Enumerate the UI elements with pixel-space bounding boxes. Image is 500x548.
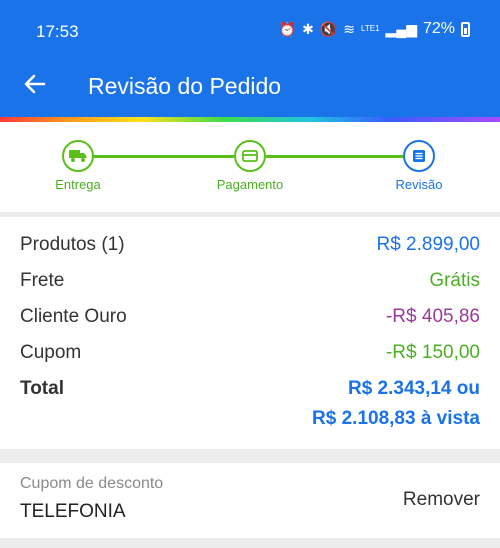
battery-icon — [461, 21, 470, 37]
alarm-icon: ⏰ — [278, 20, 297, 37]
summary-label: Cliente Ouro — [20, 306, 127, 327]
arrow-left-icon — [24, 74, 46, 94]
status-icons: ⏰ ✱ 🔇 ≋ LTE1 ▂▄▆ 72% — [279, 20, 470, 38]
step-label-pagamento: Pagamento — [216, 177, 284, 192]
summary-row-total: Total R$ 2.343,14 ou R$ 2.108,83 à vista — [20, 378, 480, 438]
total-value-installments: R$ 2.343,14 ou — [347, 378, 480, 399]
wifi-icon: ≋ — [343, 20, 355, 37]
card-icon — [242, 150, 258, 162]
network-type: LTE1 — [360, 24, 380, 33]
summary-value: -R$ 405,86 — [385, 306, 480, 327]
list-icon — [413, 150, 425, 162]
step-pagamento[interactable] — [234, 140, 266, 172]
coupon-caption: Cupom de desconto — [20, 475, 164, 492]
step-label-revisao: Revisão — [395, 177, 443, 192]
checkout-stepper: Entrega Pagamento Revisão — [0, 122, 500, 212]
summary-value: R$ 2.899,00 — [376, 234, 480, 255]
stepper-connector — [266, 155, 403, 158]
bluetooth-icon: ✱ — [302, 20, 314, 37]
status-bar: 17:53 ⏰ ✱ 🔇 ≋ LTE1 ▂▄▆ 72% — [0, 20, 500, 44]
section-divider — [0, 449, 500, 463]
summary-value: Grátis — [429, 270, 480, 291]
truck-icon — [69, 150, 87, 162]
step-label-entrega: Entrega — [55, 177, 101, 192]
summary-row-cupom: Cupom -R$ 150,00 — [20, 342, 480, 370]
signal-icon: ▂▄▆ — [385, 20, 417, 37]
summary-label: Frete — [20, 270, 65, 291]
step-entrega[interactable] — [62, 140, 94, 172]
status-time: 17:53 — [36, 22, 79, 41]
page-title: Revisão do Pedido — [88, 73, 282, 99]
step-revisao[interactable] — [403, 140, 435, 172]
mute-icon: 🔇 — [319, 20, 338, 37]
remove-coupon-button[interactable]: Remover — [403, 489, 480, 511]
app-bar: 17:53 ⏰ ✱ 🔇 ≋ LTE1 ▂▄▆ 72% Revisão do Pe… — [0, 0, 500, 117]
summary-row-cliente-ouro: Cliente Ouro -R$ 405,86 — [20, 306, 480, 334]
summary-label: Cupom — [20, 342, 82, 363]
stepper-connector — [93, 155, 234, 158]
total-value-cash: R$ 2.108,83 à vista — [312, 408, 480, 429]
summary-label: Produtos (1) — [20, 234, 125, 255]
total-label: Total — [20, 378, 64, 399]
summary-row-frete: Frete Grátis — [20, 270, 480, 298]
coupon-code: TELEFONIA — [20, 501, 126, 522]
summary-value: -R$ 150,00 — [385, 342, 480, 363]
coupon-section: Cupom de desconto TELEFONIA Remover — [0, 463, 500, 538]
section-divider — [0, 538, 500, 548]
battery-percent: 72% — [422, 20, 455, 37]
order-summary: Produtos (1) R$ 2.899,00 Frete Grátis Cl… — [0, 217, 500, 449]
back-button[interactable] — [22, 71, 48, 97]
summary-row-produtos: Produtos (1) R$ 2.899,00 — [20, 234, 480, 262]
